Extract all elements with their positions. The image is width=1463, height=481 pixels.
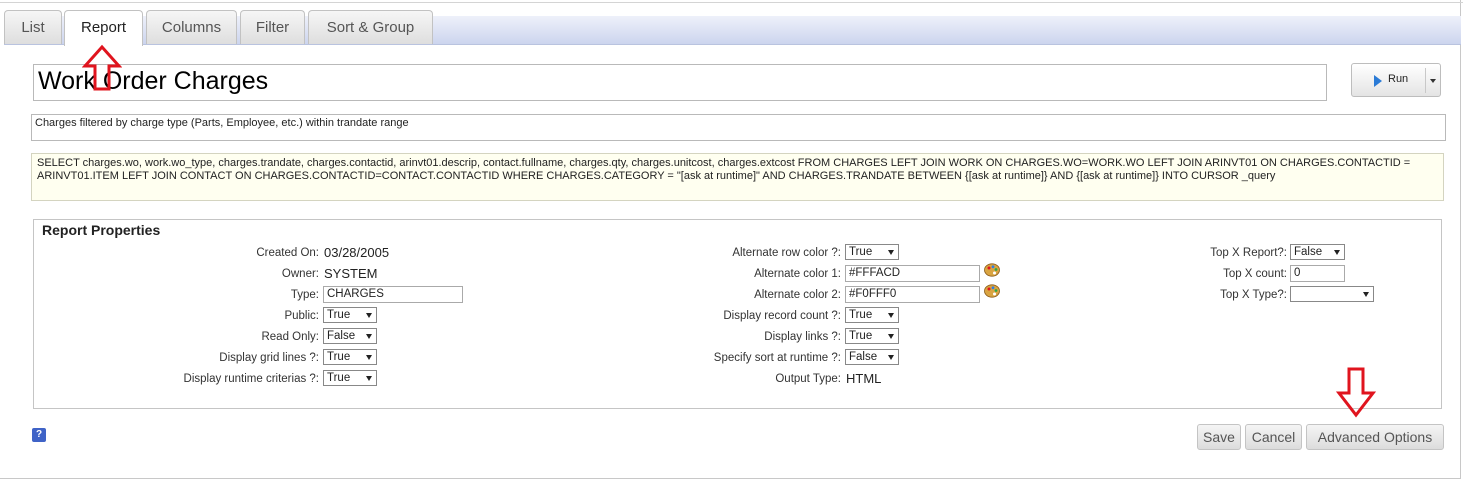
sort-runtime-row: Specify sort at runtime ?: [34,350,841,368]
tab-report[interactable]: Report [64,10,143,46]
output-type-row: Output Type: [34,371,841,389]
output-type-value: HTML [846,371,882,386]
record-count-select-value: True [849,309,873,321]
help-icon[interactable]: ? [32,428,46,442]
topx-count-label: Top X count: [1223,268,1287,280]
report-description-input[interactable]: Charges filtered by charge type (Parts, … [31,114,1446,141]
topx-count-row: Top X count: [34,266,1287,284]
record-count-select[interactable]: True [845,307,899,323]
sort-runtime-label: Specify sort at runtime ?: [713,352,841,364]
topx-type-row: Top X Type?: [34,287,1287,305]
report-properties-panel: Report Properties Created On: 03/28/2005… [33,219,1442,409]
sort-runtime-select[interactable]: False [845,349,899,365]
sort-runtime-select-value: False [849,351,878,363]
run-button-label: Run [1388,73,1409,85]
topx-count-input[interactable]: 0 [1290,265,1345,282]
record-count-label: Display record count ?: [723,310,841,322]
report-properties-title: Report Properties [42,222,161,238]
display-links-label: Display links ?: [764,331,841,343]
topx-report-select-value: False [1294,246,1323,258]
report-title-input[interactable]: Work Order Charges [33,64,1327,101]
tab-list[interactable]: List [4,10,62,44]
annotation-arrow-up-icon [82,44,122,91]
topx-report-label: Top X Report?: [1210,247,1287,259]
output-type-label: Output Type: [775,373,841,385]
save-button[interactable]: Save [1197,424,1241,450]
chevron-down-icon [1334,250,1340,255]
tab-sort-group[interactable]: Sort & Group [308,10,433,44]
topx-type-label: Top X Type?: [1220,289,1287,301]
annotation-arrow-down-icon [1336,367,1376,418]
run-button[interactable]: Run [1351,63,1441,97]
chevron-down-icon[interactable] [1430,79,1436,83]
run-button-separator [1425,68,1426,93]
topx-report-select[interactable]: False [1290,244,1345,260]
chevron-down-icon [888,355,894,360]
sql-query-box[interactable]: SELECT charges.wo, work.wo_type, charges… [31,153,1444,201]
record-count-row: Display record count ?: [34,308,841,326]
topx-type-select[interactable] [1290,286,1374,302]
play-icon [1374,75,1382,87]
topx-report-row: Top X Report?: [34,245,1287,263]
chevron-down-icon [888,313,894,318]
top-divider [0,2,1463,3]
display-links-row: Display links ?: [34,329,841,347]
chevron-down-icon [1363,292,1369,297]
tab-filter[interactable]: Filter [240,10,305,44]
display-links-select-value: True [849,330,873,342]
tab-columns[interactable]: Columns [146,10,237,44]
display-links-select[interactable]: True [845,328,899,344]
chevron-down-icon [888,334,894,339]
cancel-button[interactable]: Cancel [1245,424,1302,450]
advanced-options-button[interactable]: Advanced Options [1306,424,1444,450]
